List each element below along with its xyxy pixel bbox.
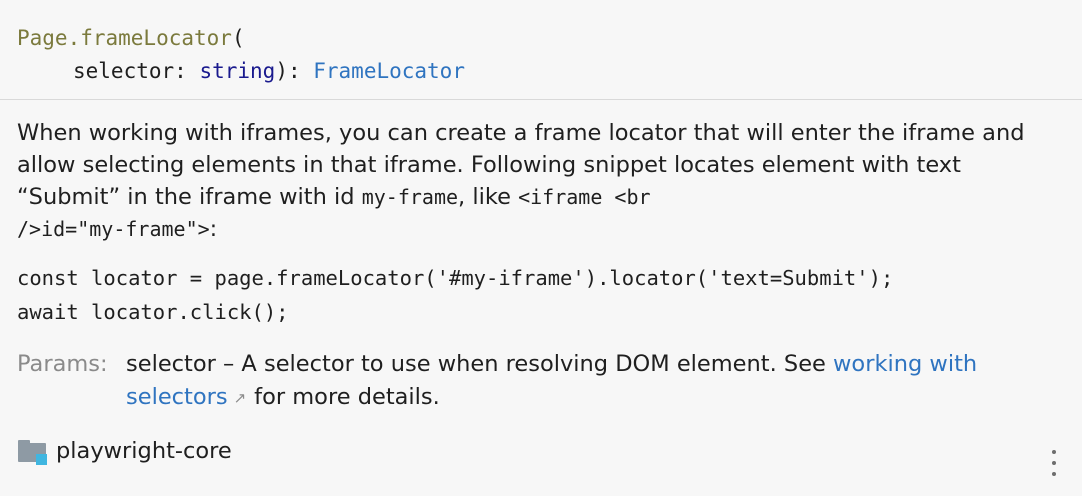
description-code-tag-2: />id="my-frame"> [17, 217, 210, 241]
signature-open-paren: ( [231, 26, 245, 50]
module-footer: playwright-core [17, 434, 232, 468]
documentation-popup: Page.frameLocator( selector: string): Fr… [0, 0, 1082, 496]
signature-block: Page.frameLocator( selector: string): Fr… [0, 0, 1082, 100]
params-section: Params: selector – A selector to use whe… [17, 348, 1067, 415]
params-text: selector – A selector to use when resolv… [126, 348, 1026, 415]
signature-return-type[interactable]: FrameLocator [313, 59, 465, 83]
signature-close: ): [275, 59, 314, 83]
library-folder-icon [17, 437, 47, 465]
params-label: Params: [17, 351, 108, 377]
module-name: playwright-core [56, 438, 232, 464]
description-text-2: , like [458, 184, 519, 210]
external-link-icon: ↗ [233, 389, 247, 407]
code-snippet: const locator = page.frameLocator('#my-i… [17, 261, 1067, 329]
doc-body: When working with iframes, you can creat… [0, 100, 1067, 415]
description: When working with iframes, you can creat… [17, 117, 1067, 245]
signature-owner: Page. [17, 26, 81, 50]
signature-param-type: string [199, 59, 276, 83]
more-options-icon[interactable] [1048, 450, 1060, 476]
description-code-tag-1: <iframe <br [518, 185, 651, 209]
signature-colon: : [174, 59, 200, 83]
code-line-1: const locator = page.frameLocator('#my-i… [17, 266, 894, 290]
signature-line-2: selector: string): FrameLocator [17, 55, 1082, 88]
signature-line-1: Page.frameLocator( [17, 22, 1082, 55]
description-code-id: my-frame [361, 185, 459, 209]
params-text-after: for more details. [254, 384, 440, 410]
signature-method: frameLocator [80, 26, 232, 50]
params-text-before: selector – A selector to use when resolv… [126, 351, 834, 377]
code-line-2: await locator.click(); [17, 300, 289, 324]
description-text-3: : [209, 216, 218, 242]
signature-param-name: selector [73, 59, 175, 83]
